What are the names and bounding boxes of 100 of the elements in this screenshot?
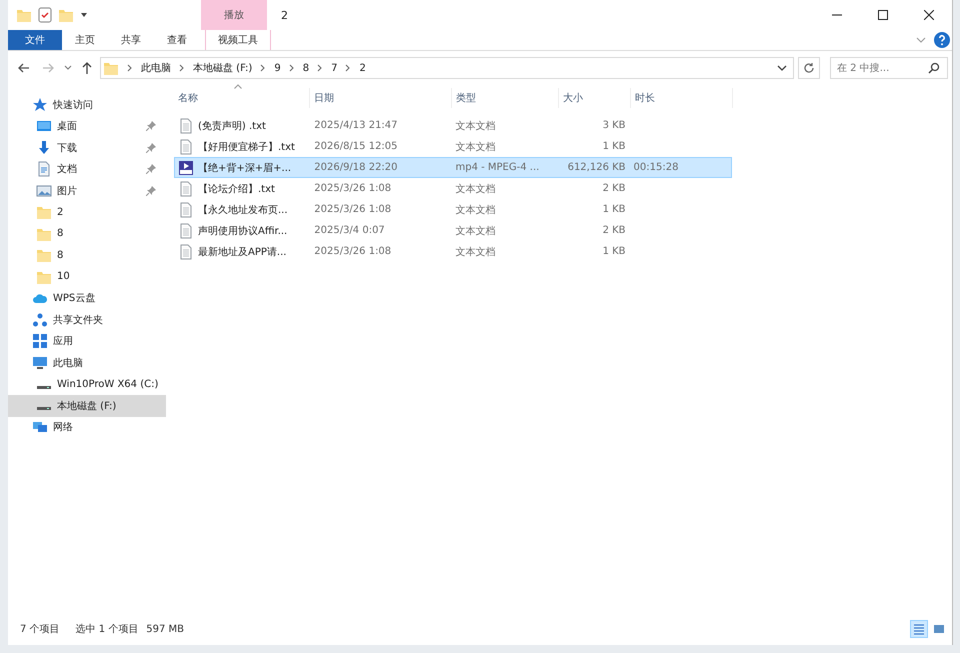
table-cell: 1 KB <box>602 246 626 257</box>
text-file-icon <box>178 222 194 238</box>
search-field[interactable]: 在 2 中搜... <box>830 57 948 79</box>
large-icons-view-icon <box>933 623 945 635</box>
breadcrumb[interactable]: 本地磁盘 (F:) <box>193 61 252 75</box>
dropdown-caret-icon[interactable] <box>80 11 88 19</box>
table-cell: 1 KB <box>602 141 626 152</box>
drive-icon <box>37 386 51 389</box>
column-header[interactable]: 大小 <box>559 88 631 108</box>
network-nodes-icon <box>32 312 48 328</box>
file-row[interactable]: 【论坛介绍】.txt 2025/3/26 1:08 文本文档 2 KB <box>174 178 732 199</box>
chevron-icon <box>260 64 266 72</box>
sidebar-item[interactable]: 快速访问 <box>8 94 166 116</box>
ribbon-tab[interactable]: 视频工具 <box>205 30 271 50</box>
folder-icon <box>36 204 52 220</box>
file-row[interactable]: 【好用便宜梯子】.txt 2026/8/15 12:05 文本文档 1 KB <box>174 136 732 157</box>
table-cell-text: 【永久地址发布页... <box>198 204 288 216</box>
sidebar-item[interactable]: 应用 <box>8 330 166 352</box>
drive-icon <box>37 407 51 410</box>
forward-arrow-icon <box>42 63 54 73</box>
sidebar-item[interactable]: 网络 <box>8 416 166 438</box>
sidebar-item[interactable]: 8 <box>8 244 166 266</box>
sidebar-item[interactable]: 图片 <box>8 180 166 202</box>
sidebar-item[interactable]: 本地磁盘 (F:) <box>8 395 166 416</box>
checkmark-document-icon[interactable] <box>38 7 52 23</box>
chevron-icon <box>179 64 185 72</box>
refresh-button[interactable] <box>798 57 820 79</box>
maximize-icon <box>878 10 888 20</box>
table-cell: 2026/8/15 12:05 <box>314 141 398 152</box>
caret-icon <box>64 65 72 71</box>
sidebar-item[interactable]: 文档 <box>8 158 166 180</box>
table-cell: 612,126 KB <box>568 162 626 173</box>
table-cell: 2025/3/26 1:08 <box>314 183 392 194</box>
sidebar-item[interactable]: 8 <box>8 223 166 244</box>
folder-icon <box>36 247 52 264</box>
breadcrumb[interactable]: 8 <box>302 62 310 74</box>
column-header[interactable]: 类型 <box>452 88 559 108</box>
file-row[interactable]: 声明使用协议Affir... 2025/3/4 0:07 文本文档 2 KB <box>174 220 732 241</box>
table-cell-text: 文本文档 <box>455 246 496 258</box>
details-view-button[interactable] <box>910 620 928 638</box>
text-file-icon <box>178 202 194 218</box>
expand-ribbon-icon[interactable] <box>916 36 926 44</box>
ribbon-tab[interactable]: 共享 <box>108 30 154 50</box>
address-bar[interactable]: 此电脑 本地磁盘 (F:) 9 8 7 2 <box>100 57 794 79</box>
file-row[interactable]: 【永久地址发布页... 2025/3/26 1:08 文本文档 1 KB <box>174 199 732 220</box>
table-cell-text: 【好用便宜梯子】.txt <box>198 140 295 154</box>
sort-ascending-icon <box>234 84 242 89</box>
table-cell-text: 文本文档 <box>455 120 496 132</box>
table-cell-text: 声明使用协议Affir... <box>198 224 288 238</box>
table-cell-text: (免责声明) .txt <box>198 120 266 132</box>
sidebar-item[interactable]: 共享文件夹 <box>8 309 166 330</box>
table-cell: 2025/3/26 1:08 <box>314 246 392 257</box>
chevron-icon <box>127 64 133 72</box>
search-icon <box>928 62 940 74</box>
document-icon <box>36 161 52 178</box>
star-icon <box>32 96 48 113</box>
table-cell: 3 KB <box>602 120 626 131</box>
breadcrumb[interactable]: 9 <box>274 62 281 74</box>
table-cell: 00:15:28 <box>634 162 678 173</box>
column-header[interactable]: 名称 <box>174 88 310 108</box>
window-title: 2 <box>281 8 289 22</box>
sidebar-item[interactable]: 10 <box>8 266 166 288</box>
table-cell-text: 最新地址及APP请... <box>198 246 286 258</box>
table-cell: 1 KB <box>602 204 626 215</box>
contextual-tab-group-label: 播放 <box>201 0 267 30</box>
file-tab[interactable]: 文件 <box>8 30 62 50</box>
refresh-icon <box>803 62 815 74</box>
selection-size: 597 MB <box>146 624 184 634</box>
dropdown-caret-icon[interactable] <box>777 64 787 72</box>
file-row[interactable]: 最新地址及APP请... 2025/3/26 1:08 文本文档 1 KB <box>174 241 732 262</box>
breadcrumb[interactable]: 此电脑 <box>141 61 171 75</box>
table-cell-text: 【论坛介绍】.txt <box>198 182 275 196</box>
table-cell: 2026/9/18 22:20 <box>314 162 398 173</box>
up-arrow-icon <box>82 62 92 74</box>
table-cell-text: 【绝+背+深+眉+... <box>198 162 292 174</box>
column-header[interactable]: 日期 <box>310 88 452 108</box>
file-row[interactable]: 【绝+背+深+眉+... 2026/9/18 22:20 mp4 - MPEG-4 ... 612,126 KB 00:15:28 <box>174 157 732 178</box>
monitor-icon <box>32 354 48 371</box>
sidebar-item[interactable]: 桌面 <box>8 116 166 137</box>
help-icon[interactable] <box>934 32 950 48</box>
table-cell: 2025/3/4 0:07 <box>314 225 385 236</box>
sidebar-item[interactable]: Win10ProW X64 (C:) <box>8 374 166 395</box>
ribbon-tab[interactable]: 主页 <box>62 30 108 50</box>
sidebar-item[interactable]: WPS云盘 <box>8 288 166 309</box>
table-cell-text: 文本文档 <box>455 204 496 216</box>
folder-icon <box>103 60 119 76</box>
breadcrumb[interactable]: 2 <box>359 62 366 74</box>
down-arrow-icon <box>36 140 52 156</box>
video-file-icon <box>178 160 194 176</box>
item-count: 7 个项目 <box>20 623 60 636</box>
breadcrumb[interactable]: 7 <box>331 62 338 74</box>
sidebar-item[interactable]: 下载 <box>8 137 166 158</box>
sidebar-item[interactable]: 此电脑 <box>8 352 166 374</box>
text-file-icon <box>178 244 194 260</box>
table-cell-text: 文本文档 <box>455 182 496 196</box>
sidebar-item[interactable]: 2 <box>8 202 166 223</box>
text-file-icon <box>178 138 194 154</box>
file-row[interactable]: (免责声明) .txt 2025/4/13 21:47 文本文档 3 KB <box>174 115 732 136</box>
column-header[interactable]: 时长 <box>631 88 733 108</box>
ribbon-tab[interactable]: 查看 <box>154 30 200 50</box>
